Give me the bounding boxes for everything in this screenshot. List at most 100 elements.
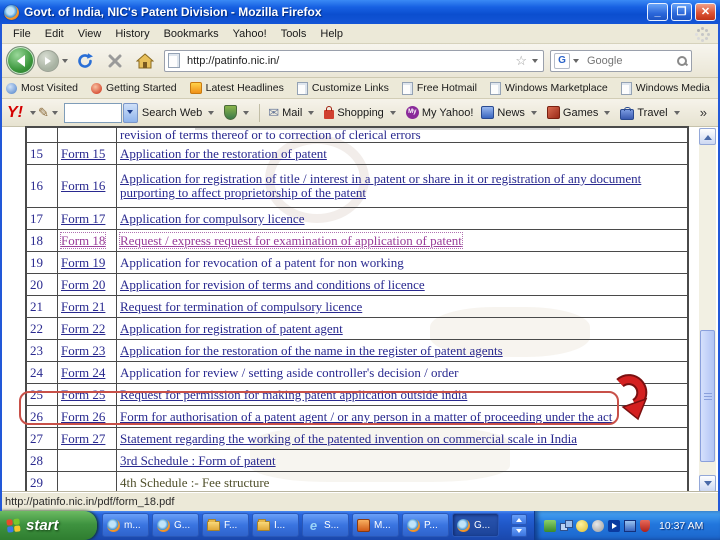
taskbar-button-6[interactable]: M... [352,513,399,537]
bookmark-windows-marketplace[interactable]: Windows Marketplace [489,81,608,95]
url-input[interactable] [185,53,514,68]
bookmark-most-visited[interactable]: Most Visited [6,82,78,94]
pencil-icon[interactable]: ✎ [38,105,49,121]
toolbar-overflow-chevron[interactable]: » [700,105,707,120]
search-magnifier-icon[interactable] [676,55,688,67]
taskbar-button-5[interactable]: e S... [302,513,349,537]
yahoo-mail[interactable]: ✉ Mail [268,106,316,119]
url-dropdown[interactable] [532,58,538,66]
form-link-20[interactable]: Form 20 [61,277,105,292]
taskbar-button-2[interactable]: G... [152,513,199,537]
form-description-28[interactable]: 3rd Schedule : Form of patent [120,453,276,468]
tray-messenger-icon[interactable] [576,519,588,532]
form-description-25[interactable]: Request for permission for making patent… [120,387,467,402]
yahoo-news[interactable]: News [481,106,539,119]
back-button[interactable] [6,46,35,75]
yahoo-travel[interactable]: Travel [620,106,681,120]
form-link-24[interactable]: Form 24 [61,365,105,380]
form-link-16[interactable]: Form 16 [61,178,105,193]
tray-media-icon[interactable] [608,519,620,532]
taskbar-button-1[interactable]: m... [102,513,149,537]
form-link-19[interactable]: Form 19 [61,255,105,270]
restore-button[interactable]: ❐ [671,3,692,21]
taskbar-button-3[interactable]: F... [202,513,249,537]
taskbar-button-8[interactable]: G... [452,513,499,537]
yahoo-my-yahoo-[interactable]: My My Yahoo! [405,106,473,119]
menu-item-view[interactable]: View [71,26,109,42]
yahoo-search-input[interactable] [63,102,122,123]
taskbar-button-label: M... [374,519,391,531]
form-link-21[interactable]: Form 21 [61,299,105,314]
form-description-16[interactable]: Application for registration of title / … [120,171,641,200]
tray-volume-icon[interactable] [592,519,604,532]
form-link-27[interactable]: Form 27 [61,431,105,446]
tray-device-icon[interactable] [544,519,556,532]
yahoo-button-label: Shopping [337,106,384,119]
form-link-25[interactable]: Form 25 [61,387,105,402]
form-link-18[interactable]: Form 18 [59,231,107,249]
yahoo-search-web[interactable]: Search Web [142,107,216,119]
form-description-15[interactable]: Application for the restoration of paten… [120,146,327,161]
bookmark-customize-links[interactable]: Customize Links [296,81,389,95]
pencil-dropdown[interactable] [51,110,58,118]
minimize-button[interactable]: _ [647,3,668,21]
chevron-up-icon [703,131,712,140]
yahoo-search-dropdown[interactable] [122,102,138,123]
stop-button[interactable] [105,51,125,71]
bookmark-windows-media[interactable]: Windows Media [620,81,710,95]
reload-button[interactable] [75,51,95,71]
table-row: 18 Form 18 Request / express request for e… [25,229,689,253]
taskbar-button-7[interactable]: P... [402,513,449,537]
yahoo-search[interactable] [224,105,251,120]
form-link-23[interactable]: Form 23 [61,343,105,358]
form-description-26[interactable]: Form for authorisation of a patent agent… [120,409,612,424]
yahoo-games[interactable]: Games [546,106,612,119]
scrollbar-thumb[interactable] [700,330,715,462]
bookmark-latest-headlines[interactable]: Latest Headlines [189,82,284,94]
form-link-22[interactable]: Form 22 [61,321,105,336]
bookmark-free-hotmail[interactable]: Free Hotmail [401,81,477,95]
bookmark-star-icon[interactable]: ☆ [515,54,527,67]
home-button[interactable] [135,51,155,71]
form-link-26[interactable]: Form 26 [61,409,105,424]
vertical-scrollbar[interactable] [699,128,716,492]
yahoo-shopping[interactable]: Shopping [324,105,398,119]
url-bar[interactable]: ☆ [164,49,544,72]
form-link-17[interactable]: Form 17 [61,211,105,226]
menu-item-help[interactable]: Help [313,26,350,42]
form-description-21[interactable]: Request for termination of compulsory li… [120,299,362,314]
search-input[interactable] [585,53,676,68]
search-engine-dropdown[interactable] [573,58,579,66]
form-link-cell: Form 19 [57,251,117,275]
form-description-20[interactable]: Application for revision of terms and co… [120,277,425,292]
windows-logo-icon [6,517,21,533]
history-dropdown[interactable] [62,58,68,66]
menu-item-edit[interactable]: Edit [38,26,71,42]
tray-display-icon[interactable] [624,519,636,532]
scroll-down-button[interactable] [699,475,716,492]
taskbar-scroll-down-button[interactable] [511,526,527,537]
scroll-up-button[interactable] [699,128,716,145]
form-description-18[interactable]: Request / express request for examinatio… [119,231,463,249]
menu-item-yahoo[interactable]: Yahoo! [226,26,274,42]
form-description-17[interactable]: Application for compulsory licence [120,211,304,226]
start-button[interactable]: start [0,511,97,540]
yahoo-logo-dropdown[interactable] [30,110,36,118]
tray-security-icon[interactable] [640,519,650,532]
yahoo-logo[interactable]: Y! [7,104,23,122]
tray-network-icon[interactable] [560,519,573,532]
form-description-23[interactable]: Application for the restoration of the n… [120,343,503,358]
form-description-27[interactable]: Statement regarding the working of the p… [120,431,577,446]
menu-item-file[interactable]: File [6,26,38,42]
search-box[interactable]: G [550,49,692,72]
form-link-15[interactable]: Form 15 [61,146,105,161]
forward-button[interactable] [37,49,59,72]
form-description-22[interactable]: Application for registration of patent a… [120,321,343,336]
bookmark-getting-started[interactable]: Getting Started [91,82,177,94]
taskbar-button-4[interactable]: I... [252,513,299,537]
close-button[interactable]: ✕ [695,3,716,21]
menu-item-tools[interactable]: Tools [274,26,314,42]
menu-item-history[interactable]: History [108,26,156,42]
menu-item-bookmarks[interactable]: Bookmarks [157,26,226,42]
taskbar-scroll-up-button[interactable] [511,514,527,525]
